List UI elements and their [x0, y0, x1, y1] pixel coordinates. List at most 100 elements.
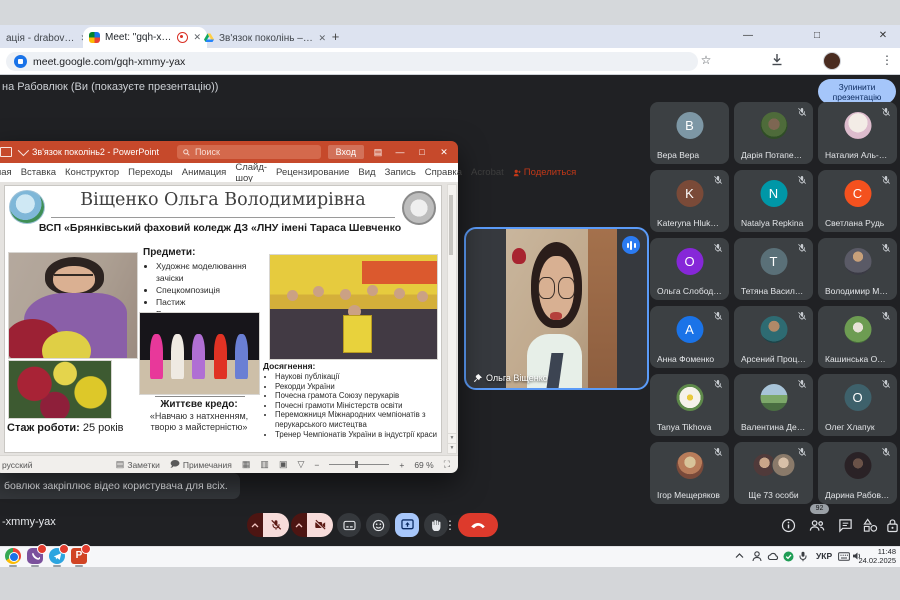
- zoom-level[interactable]: 69 %: [414, 460, 433, 470]
- ppt-close-button[interactable]: ✕: [436, 147, 452, 158]
- tray-mic-icon[interactable]: [799, 548, 807, 564]
- chat-button[interactable]: [838, 518, 854, 534]
- next-slide-button[interactable]: ▼: [447, 443, 457, 454]
- bookmark-star-icon[interactable]: ☆: [697, 51, 715, 69]
- language-switcher[interactable]: УКР: [816, 548, 832, 564]
- meeting-details-button[interactable]: [781, 518, 797, 534]
- url-bar[interactable]: meet.google.com/gqh-xmmy-yax: [6, 52, 698, 71]
- present-screen-button[interactable]: [395, 513, 419, 537]
- tray-security-icon[interactable]: [783, 548, 794, 564]
- sign-in-button[interactable]: Вход: [328, 145, 364, 159]
- participant-tile[interactable]: Дарина Рабовлюк: [818, 442, 897, 504]
- comments-button[interactable]: 🗩Примечания: [170, 457, 232, 473]
- participant-tile[interactable]: Арсений Проце...: [734, 306, 813, 368]
- ribbon-tab-review[interactable]: Рецензирование: [276, 167, 349, 178]
- window-maximize-button[interactable]: □: [802, 27, 832, 45]
- tab-meet-active[interactable]: Meet: "gqh-xmmy-yax" ✕: [83, 27, 207, 48]
- participant-tile[interactable]: BВера Вера: [650, 102, 729, 164]
- participant-tile[interactable]: NNatalya Repkina: [734, 170, 813, 232]
- taskbar-powerpoint-icon[interactable]: P: [71, 548, 87, 564]
- ppt-minimize-button[interactable]: —: [392, 147, 408, 157]
- search-input[interactable]: Поиск: [177, 145, 321, 159]
- close-icon[interactable]: ✕: [318, 33, 326, 44]
- ribbon-tab-slideshow[interactable]: Слайд-шоу: [235, 162, 267, 184]
- taskbar-clock[interactable]: 11:48 24.02.2025: [858, 547, 896, 565]
- tray-onedrive-icon[interactable]: [767, 548, 779, 564]
- ribbon-tab-record[interactable]: Запись: [385, 167, 416, 178]
- ribbon-tab-animations[interactable]: Анимация: [182, 167, 227, 178]
- participant-tile[interactable]: CСветлана Рудь: [818, 170, 897, 232]
- ribbon-tab-acrobat[interactable]: Acrobat: [471, 167, 504, 178]
- powerpoint-window[interactable]: Зв'язок поколінь2 - PowerPoint Поиск Вхо…: [0, 141, 458, 473]
- ppt-maximize-button[interactable]: □: [414, 147, 430, 157]
- participant-tile[interactable]: TТетяна Васильче...: [734, 238, 813, 300]
- site-info-icon[interactable]: [14, 55, 27, 68]
- participant-tile[interactable]: Валентина Дени...: [734, 374, 813, 436]
- window-minimize-button[interactable]: —: [733, 27, 763, 45]
- zoom-slider[interactable]: [329, 464, 389, 465]
- captions-button[interactable]: [337, 513, 361, 537]
- ribbon-tab-help[interactable]: Справка: [425, 167, 462, 178]
- powerpoint-titlebar[interactable]: Зв'язок поколінь2 - PowerPoint Поиск Вхо…: [0, 141, 458, 163]
- participant-tile[interactable]: Дарія Потапенко: [734, 102, 813, 164]
- mic-muted-button[interactable]: [263, 513, 289, 537]
- ribbon-tab-insert[interactable]: Вставка: [21, 167, 56, 178]
- slide[interactable]: Віщенко Ольга Володимирівна ВСП «Брянків…: [4, 185, 442, 453]
- ribbon-tab-home[interactable]: ная: [0, 167, 12, 178]
- participant-tile[interactable]: KKateryna Hlukho...: [650, 170, 729, 232]
- taskbar-chrome-icon[interactable]: [5, 548, 21, 564]
- show-everyone-button[interactable]: [809, 518, 825, 534]
- participant-tile[interactable]: Володимир Мор...: [818, 238, 897, 300]
- participant-tile[interactable]: OОльга Слободян: [650, 238, 729, 300]
- mic-options-chevron-icon[interactable]: [247, 513, 263, 537]
- slide-sorter-icon[interactable]: ▥: [260, 459, 269, 470]
- notes-button[interactable]: ▤Заметки: [116, 459, 160, 470]
- window-close-button[interactable]: ✕: [868, 27, 898, 45]
- mic-control[interactable]: [247, 513, 289, 537]
- new-tab-button[interactable]: +: [328, 29, 343, 44]
- taskbar-telegram-icon[interactable]: [49, 548, 65, 564]
- ribbon-tab-transitions[interactable]: Переходы: [128, 167, 173, 178]
- participant-tile[interactable]: Кашинська Олена: [818, 306, 897, 368]
- zoom-out-button[interactable]: −: [314, 460, 319, 470]
- camera-off-button[interactable]: [307, 513, 333, 537]
- stop-presenting-button[interactable]: Зупинити презентацію: [818, 79, 896, 104]
- language-indicator[interactable]: русский: [2, 460, 33, 470]
- participant-tile[interactable]: OОлег Хлапук: [818, 374, 897, 436]
- tab-drive[interactable]: Зв'язок поколінь – Google Ди ✕: [198, 28, 332, 48]
- end-call-button[interactable]: [458, 513, 498, 537]
- participant-tile[interactable]: Ще 73 особи: [734, 442, 813, 504]
- normal-view-icon[interactable]: ▦: [242, 459, 251, 470]
- participant-tile[interactable]: Ігор Мещеряков: [650, 442, 729, 504]
- ribbon-tab-view[interactable]: Вид: [358, 167, 375, 178]
- share-button[interactable]: Поделиться: [513, 167, 576, 178]
- fit-slide-icon[interactable]: ⛶: [444, 459, 450, 470]
- slideshow-view-icon[interactable]: ▽: [297, 459, 304, 470]
- camera-control[interactable]: [291, 513, 333, 537]
- participant-tile[interactable]: Наталия Аль-Ха...: [818, 102, 897, 164]
- zoom-in-button[interactable]: +: [399, 460, 404, 470]
- quick-access-dropdown-icon[interactable]: [18, 145, 29, 156]
- reading-view-icon[interactable]: ▣: [279, 459, 288, 470]
- slideshow-icon[interactable]: [0, 147, 12, 157]
- more-options-button[interactable]: ⋮: [443, 513, 457, 537]
- reactions-button[interactable]: [366, 513, 390, 537]
- camera-options-chevron-icon[interactable]: [291, 513, 307, 537]
- pinned-video-tile[interactable]: Ольга Віщенко: [464, 227, 649, 390]
- ribbon-options-icon[interactable]: ▤: [370, 147, 386, 158]
- tab-mail[interactable]: ація - drabovluk@gm... ✕: [0, 28, 94, 48]
- taskbar-viber-icon[interactable]: [27, 548, 43, 564]
- activities-button[interactable]: [863, 518, 879, 534]
- participant-tile[interactable]: Tanya Tikhova: [650, 374, 729, 436]
- captions-icon: [343, 520, 356, 531]
- ribbon-tab-design[interactable]: Конструктор: [65, 167, 119, 178]
- touch-keyboard-icon[interactable]: [838, 548, 850, 564]
- profile-avatar[interactable]: [823, 52, 841, 70]
- browser-menu-icon[interactable]: ⋮: [878, 51, 896, 69]
- download-icon[interactable]: [768, 51, 786, 69]
- participant-tile[interactable]: AАнна Фоменко: [650, 306, 729, 368]
- tray-expand-chevron[interactable]: [735, 548, 744, 564]
- tray-user-icon[interactable]: [752, 548, 762, 564]
- host-controls-button[interactable]: [886, 518, 900, 534]
- vertical-scrollbar[interactable]: [447, 184, 457, 444]
